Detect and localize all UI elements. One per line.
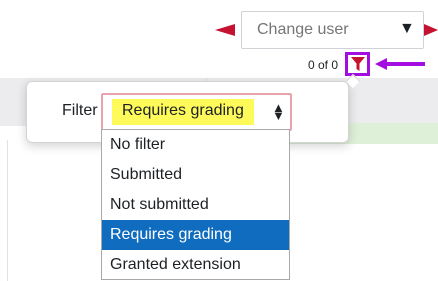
filter-toggle-button[interactable] [345,52,370,76]
user-count: 0 of 0 [308,58,339,72]
option-requires-grading[interactable]: Requires grading [102,220,289,250]
option-submitted[interactable]: Submitted [102,160,289,190]
filter-label: Filter [62,102,98,119]
annotation-arrow-left [215,24,235,36]
annotation-arrow-shaft [386,62,425,66]
caret-down-icon: ▼ [399,20,415,37]
option-not-submitted[interactable]: Not submitted [102,190,289,220]
sort-updown-icon: ▲ ▼ [272,100,285,123]
option-no-filter[interactable]: No filter [102,130,289,160]
funnel-icon [351,57,365,71]
filter-selected-value: Requires grading [112,99,254,125]
change-user-select[interactable]: Change user ▼ [241,11,424,49]
annotation-arrow-right [424,24,438,36]
option-granted-extension[interactable]: Granted extension [102,250,289,280]
filter-options-list: No filter Submitted Not submitted Requir… [101,129,290,280]
filter-select[interactable]: Requires grading ▲ ▼ [101,93,292,131]
table-border [7,140,8,281]
change-user-placeholder: Change user [257,21,349,38]
